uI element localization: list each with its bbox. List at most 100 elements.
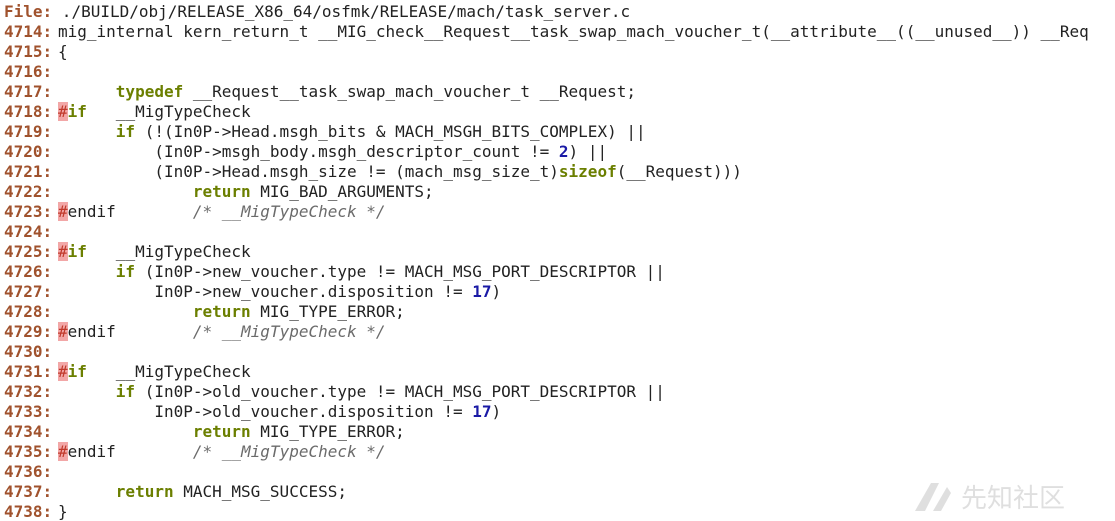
line-number[interactable]: 4726: bbox=[0, 262, 58, 282]
line-source: } bbox=[58, 502, 68, 521]
code-line: 4722: return MIG_BAD_ARGUMENTS; bbox=[0, 182, 1115, 202]
keyword-token: return bbox=[192, 182, 251, 201]
line-number[interactable]: 4717: bbox=[0, 82, 58, 102]
line-number[interactable]: 4736: bbox=[0, 462, 58, 482]
code-line: 4719: if (!(In0P->Head.msgh_bits & MACH_… bbox=[0, 122, 1115, 142]
line-number[interactable]: 4715: bbox=[0, 42, 58, 62]
keyword-token: return bbox=[192, 422, 251, 441]
line-number[interactable]: 4734: bbox=[0, 422, 58, 442]
code-line: 4723: #endif /* __MigTypeCheck */ bbox=[0, 202, 1115, 222]
code-line: 4731: #if __MigTypeCheck bbox=[0, 362, 1115, 382]
line-source: mig_internal kern_return_t __MIG_check__… bbox=[58, 22, 1089, 42]
preprocessor-hash: # bbox=[58, 242, 68, 261]
line-source: In0P->new_voucher.disposition != 17) bbox=[58, 282, 501, 302]
line-number[interactable]: 4733: bbox=[0, 402, 58, 422]
line-source: (In0P->msgh_body.msgh_descriptor_count !… bbox=[58, 142, 607, 162]
code-token: ) || bbox=[568, 142, 608, 161]
number-token: 2 bbox=[558, 142, 569, 161]
code-token: In0P->new_voucher.disposition != bbox=[58, 282, 473, 301]
line-number[interactable]: 4716: bbox=[0, 62, 58, 82]
number-token: 17 bbox=[472, 402, 492, 421]
line-number[interactable]: 4735: bbox=[0, 442, 58, 462]
code-token: __MigTypeCheck bbox=[86, 362, 251, 381]
preprocessor-hash: # bbox=[58, 202, 68, 221]
line-number[interactable]: 4722: bbox=[0, 182, 58, 202]
code-line: 4716: bbox=[0, 62, 1115, 82]
line-source: typedef __Request__task_swap_mach_vouche… bbox=[58, 82, 636, 102]
watermark-text: 先知社区 bbox=[961, 484, 1065, 514]
line-number[interactable]: 4714: bbox=[0, 22, 58, 42]
code-token: (In0P->Head.msgh_size != (mach_msg_size_… bbox=[58, 162, 559, 181]
code-token: endif bbox=[67, 322, 116, 341]
code-line: 4714: mig_internal kern_return_t __MIG_ch… bbox=[0, 22, 1115, 42]
line-source: if (In0P->old_voucher.type != MACH_MSG_P… bbox=[58, 382, 665, 402]
line-number[interactable]: 4721: bbox=[0, 162, 58, 182]
code-token: mig_internal kern_return_t __MIG_check__… bbox=[58, 22, 1089, 41]
code-token: __MigTypeCheck bbox=[86, 102, 251, 121]
line-source: #if __MigTypeCheck bbox=[58, 242, 251, 262]
keyword-token: if bbox=[115, 262, 136, 281]
line-source: if (In0P->new_voucher.type != MACH_MSG_P… bbox=[58, 262, 665, 282]
line-number[interactable]: 4730: bbox=[0, 342, 58, 362]
preprocessor-hash: # bbox=[58, 442, 68, 461]
line-number[interactable]: 4737: bbox=[0, 482, 58, 502]
line-number[interactable]: 4723: bbox=[0, 202, 58, 222]
line-source: (In0P->Head.msgh_size != (mach_msg_size_… bbox=[58, 162, 742, 182]
code-line: 4715:{ bbox=[0, 42, 1115, 62]
code-token: endif bbox=[67, 202, 116, 221]
file-path[interactable]: ./BUILD/obj/RELEASE_X86_64/osfmk/RELEASE… bbox=[52, 2, 630, 21]
code-token: (__Request))) bbox=[616, 162, 742, 181]
line-number[interactable]: 4732: bbox=[0, 382, 58, 402]
line-source: In0P->old_voucher.disposition != 17) bbox=[58, 402, 501, 422]
line-number[interactable]: 4738: bbox=[0, 502, 58, 521]
keyword-token: sizeof bbox=[558, 162, 617, 181]
line-number[interactable]: 4728: bbox=[0, 302, 58, 322]
keyword-token: if bbox=[67, 362, 87, 381]
code-line: 4718: #if __MigTypeCheck bbox=[0, 102, 1115, 122]
preprocessor-hash: # bbox=[58, 322, 68, 341]
preprocessor-hash: # bbox=[58, 362, 68, 381]
line-number[interactable]: 4720: bbox=[0, 142, 58, 162]
code-token: In0P->old_voucher.disposition != bbox=[58, 402, 473, 421]
keyword-token: typedef bbox=[115, 82, 184, 101]
code-token: MIG_BAD_ARGUMENTS; bbox=[250, 182, 434, 201]
code-line: 4720: (In0P->msgh_body.msgh_descriptor_c… bbox=[0, 142, 1115, 162]
line-number[interactable]: 4718: bbox=[0, 102, 58, 122]
comment-token: /* __MigTypeCheck */ bbox=[192, 202, 386, 221]
line-number[interactable]: 4725: bbox=[0, 242, 58, 262]
line-source: { bbox=[58, 42, 68, 62]
code-line: 4730: bbox=[0, 342, 1115, 362]
line-source: return MIG_TYPE_ERROR; bbox=[58, 302, 405, 322]
line-source: #if __MigTypeCheck bbox=[58, 102, 251, 122]
keyword-token: return bbox=[115, 482, 174, 501]
keyword-token: if bbox=[67, 242, 87, 261]
source-viewer: File: ./BUILD/obj/RELEASE_X86_64/osfmk/R… bbox=[0, 0, 1115, 521]
site-logo-icon: 先知社区 bbox=[915, 483, 1065, 514]
code-token: { bbox=[58, 42, 68, 61]
code-token: endif bbox=[67, 442, 116, 461]
line-number[interactable]: 4731: bbox=[0, 362, 58, 382]
line-number[interactable]: 4724: bbox=[0, 222, 58, 242]
number-token: 17 bbox=[472, 282, 492, 301]
code-line: 4735: #endif /* __MigTypeCheck */ bbox=[0, 442, 1115, 462]
line-number[interactable]: 4719: bbox=[0, 122, 58, 142]
code-token: (In0P->old_voucher.type != MACH_MSG_PORT… bbox=[135, 382, 665, 401]
code-token: (!(In0P->Head.msgh_bits & MACH_MSGH_BITS… bbox=[135, 122, 646, 141]
code-line: 4732: if (In0P->old_voucher.type != MACH… bbox=[0, 382, 1115, 402]
line-source: if (!(In0P->Head.msgh_bits & MACH_MSGH_B… bbox=[58, 122, 646, 142]
code-line: 4725: #if __MigTypeCheck bbox=[0, 242, 1115, 262]
comment-token: /* __MigTypeCheck */ bbox=[192, 322, 386, 341]
code-token: (In0P->msgh_body.msgh_descriptor_count !… bbox=[58, 142, 559, 161]
line-number[interactable]: 4727: bbox=[0, 282, 58, 302]
keyword-token: return bbox=[192, 302, 251, 321]
code-line: 4734: return MIG_TYPE_ERROR; bbox=[0, 422, 1115, 442]
line-number[interactable]: 4729: bbox=[0, 322, 58, 342]
comment-token: /* __MigTypeCheck */ bbox=[192, 442, 386, 461]
code-token: ) bbox=[491, 402, 502, 421]
